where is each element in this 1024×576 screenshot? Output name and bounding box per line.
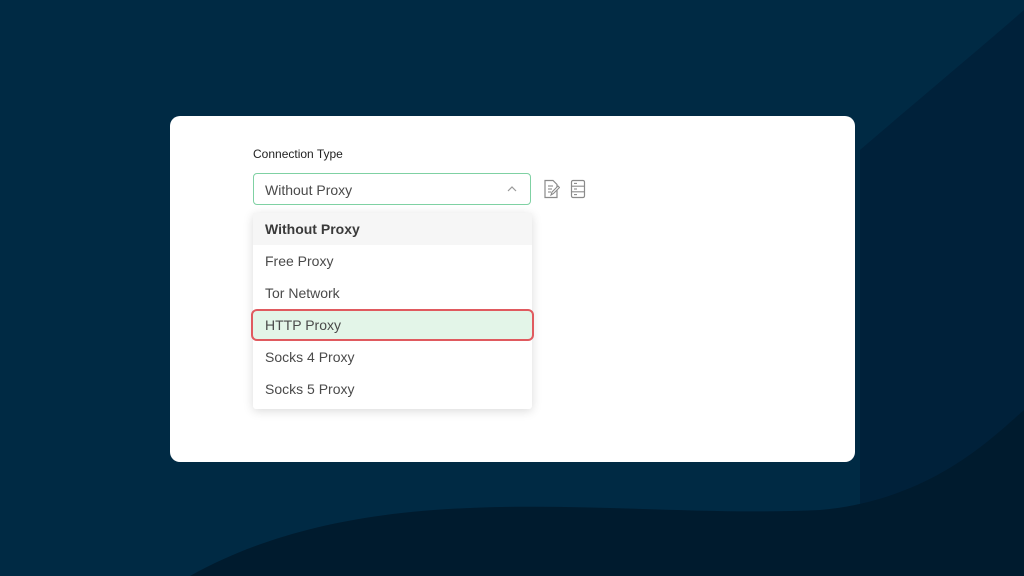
- option-socks4-proxy[interactable]: Socks 4 Proxy: [253, 341, 532, 373]
- select-value: Without Proxy: [265, 182, 353, 198]
- chevron-up-icon: [507, 186, 517, 192]
- option-tor-network[interactable]: Tor Network: [253, 277, 532, 309]
- connection-type-dropdown: Without Proxy Free Proxy Tor Network HTT…: [251, 213, 534, 409]
- server-list-icon[interactable]: [569, 179, 587, 199]
- connection-type-label: Connection Type: [253, 147, 343, 161]
- edit-document-icon[interactable]: [542, 179, 560, 199]
- settings-card: Connection Type Without Proxy Without Pr…: [170, 116, 855, 462]
- option-without-proxy[interactable]: Without Proxy: [253, 213, 532, 245]
- option-free-proxy[interactable]: Free Proxy: [253, 245, 532, 277]
- option-http-proxy[interactable]: HTTP Proxy: [251, 309, 534, 341]
- option-socks5-proxy[interactable]: Socks 5 Proxy: [253, 373, 532, 405]
- connection-type-select[interactable]: Without Proxy: [253, 173, 531, 205]
